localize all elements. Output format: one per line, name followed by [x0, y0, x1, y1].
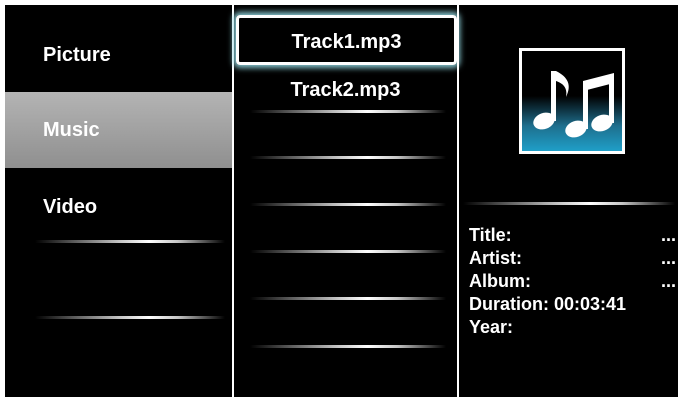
music-notes-icon: [533, 71, 614, 138]
list-divider: [250, 345, 446, 348]
info-album: Album: ...: [469, 269, 678, 293]
menu-divider: [35, 240, 225, 243]
details-divider: [463, 202, 675, 205]
menu-item-video[interactable]: Video: [5, 182, 232, 232]
info-duration: Duration: 00:03:41: [469, 292, 678, 316]
track-label: Track1.mp3: [291, 31, 402, 53]
info-year: Year:: [469, 315, 678, 339]
duration-value: 00:03:41: [554, 294, 627, 314]
duration-label: Duration:: [469, 294, 549, 314]
track-item[interactable]: Track1.mp3: [236, 15, 457, 65]
list-divider: [250, 250, 446, 253]
list-divider: [250, 203, 446, 206]
menu-item-label: Video: [43, 196, 98, 218]
menu-divider: [35, 316, 225, 319]
menu-item-picture[interactable]: Picture: [5, 30, 232, 80]
list-divider: [250, 110, 446, 113]
info-title: Title: ...: [469, 223, 678, 247]
album-value: ...: [660, 271, 676, 291]
category-menu: Picture Music Video: [5, 5, 232, 397]
menu-item-music[interactable]: Music: [5, 92, 232, 168]
track-label: Track2.mp3: [290, 79, 401, 101]
list-divider: [250, 156, 446, 159]
media-browser-screen: Picture Music Video Track1.mp3 Track2.mp…: [5, 5, 678, 397]
album-label: Album:: [469, 271, 531, 291]
info-artist: Artist: ...: [469, 246, 678, 270]
details-panel: Title: ... Artist: ... Album: ... Durati…: [459, 5, 678, 397]
artist-value: ...: [660, 248, 676, 268]
menu-item-label: Music: [43, 119, 100, 141]
list-divider: [250, 297, 446, 300]
album-art: [519, 48, 625, 154]
title-value: ...: [660, 225, 676, 245]
track-item[interactable]: Track2.mp3: [234, 77, 457, 103]
artist-label: Artist:: [469, 248, 522, 268]
year-label: Year:: [469, 317, 514, 337]
menu-item-label: Picture: [43, 44, 111, 66]
track-list: Track1.mp3 Track2.mp3: [234, 5, 457, 397]
title-label: Title:: [469, 225, 512, 245]
